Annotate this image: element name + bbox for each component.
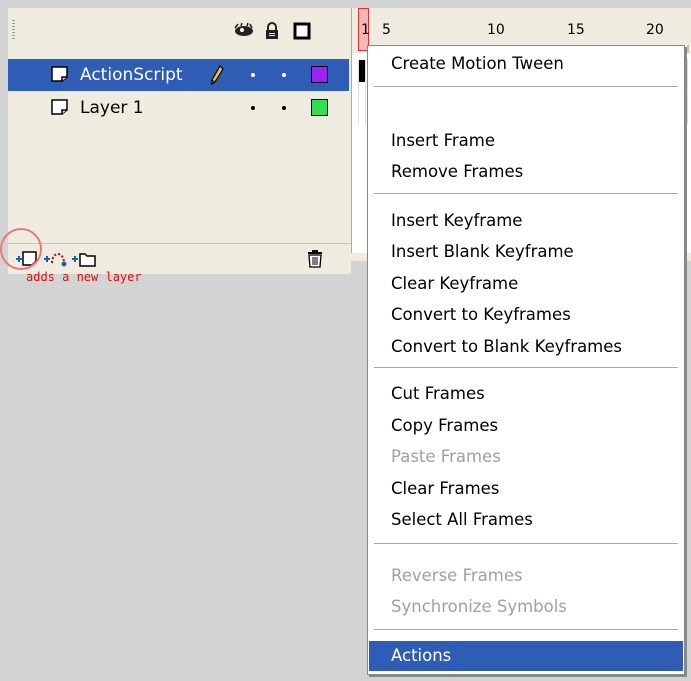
menu-item-insert-keyframe[interactable]: Insert Keyframe bbox=[369, 206, 683, 236]
menu-separator bbox=[374, 367, 678, 368]
menu-item-remove-frames[interactable]: Remove Frames bbox=[369, 157, 683, 187]
menu-item-reverse-frames: Reverse Frames bbox=[391, 566, 523, 585]
eye-icon[interactable] bbox=[233, 22, 255, 42]
menu-item-paste-frames: Paste Frames bbox=[391, 447, 501, 466]
menu-item-convert-to-blank-keyframes[interactable]: Convert to Blank Keyframes bbox=[369, 332, 683, 362]
layer-name[interactable]: Layer 1 bbox=[80, 98, 144, 118]
menu-item-clear-keyframe[interactable]: Clear Keyframe bbox=[369, 269, 683, 299]
layer-header bbox=[8, 8, 351, 53]
layer-row-layer-1[interactable]: Layer 1 bbox=[8, 92, 349, 124]
lock-dot[interactable] bbox=[282, 106, 286, 110]
lock-dot[interactable] bbox=[282, 73, 286, 77]
layer-icon bbox=[50, 98, 70, 120]
lock-icon[interactable] bbox=[264, 22, 280, 44]
annotation-circle bbox=[0, 228, 42, 270]
outline-icon[interactable] bbox=[293, 22, 311, 44]
menu-separator bbox=[374, 543, 678, 544]
menu-item-select-all-frames[interactable]: Select All Frames bbox=[369, 505, 683, 535]
layer-row-actionscript[interactable]: ActionScript bbox=[8, 59, 349, 91]
playhead-frame-number: 1 bbox=[361, 22, 370, 38]
menu-separator bbox=[374, 86, 678, 87]
menu-item-clear-frames[interactable]: Clear Frames bbox=[369, 474, 683, 504]
menu-item-insert-frame[interactable]: Insert Frame bbox=[369, 126, 683, 156]
layer-name[interactable]: ActionScript bbox=[80, 65, 183, 85]
menu-item-convert-to-keyframes[interactable]: Convert to Keyframes bbox=[369, 300, 683, 330]
visibility-dot[interactable] bbox=[251, 106, 255, 110]
annotation-caption: adds a new layer bbox=[26, 270, 142, 284]
menu-item-actions[interactable]: Actions bbox=[369, 641, 683, 671]
menu-item-copy-frames[interactable]: Copy Frames bbox=[369, 411, 683, 441]
delete-layer-icon[interactable] bbox=[306, 249, 324, 273]
layer-icon bbox=[50, 65, 70, 87]
menu-item-cut-frames[interactable]: Cut Frames bbox=[369, 379, 683, 409]
menu-item-create-motion-tween[interactable]: Create Motion Tween bbox=[369, 49, 683, 79]
keyframe[interactable] bbox=[359, 60, 365, 82]
layer-list: ActionScript Layer 1 bbox=[8, 53, 349, 243]
pencil-icon bbox=[210, 65, 224, 89]
layer-outline-color[interactable] bbox=[311, 99, 328, 116]
panel-grip[interactable] bbox=[12, 20, 15, 40]
layer-outline-color[interactable] bbox=[311, 66, 328, 83]
menu-separator bbox=[374, 629, 678, 630]
visibility-dot[interactable] bbox=[251, 73, 255, 77]
context-menu[interactable]: Create Motion Tween Insert Frame Remove … bbox=[367, 45, 685, 675]
menu-item-insert-blank-keyframe[interactable]: Insert Blank Keyframe bbox=[369, 237, 683, 267]
menu-separator bbox=[374, 193, 678, 194]
menu-item-synchronize-symbols: Synchronize Symbols bbox=[391, 597, 567, 616]
